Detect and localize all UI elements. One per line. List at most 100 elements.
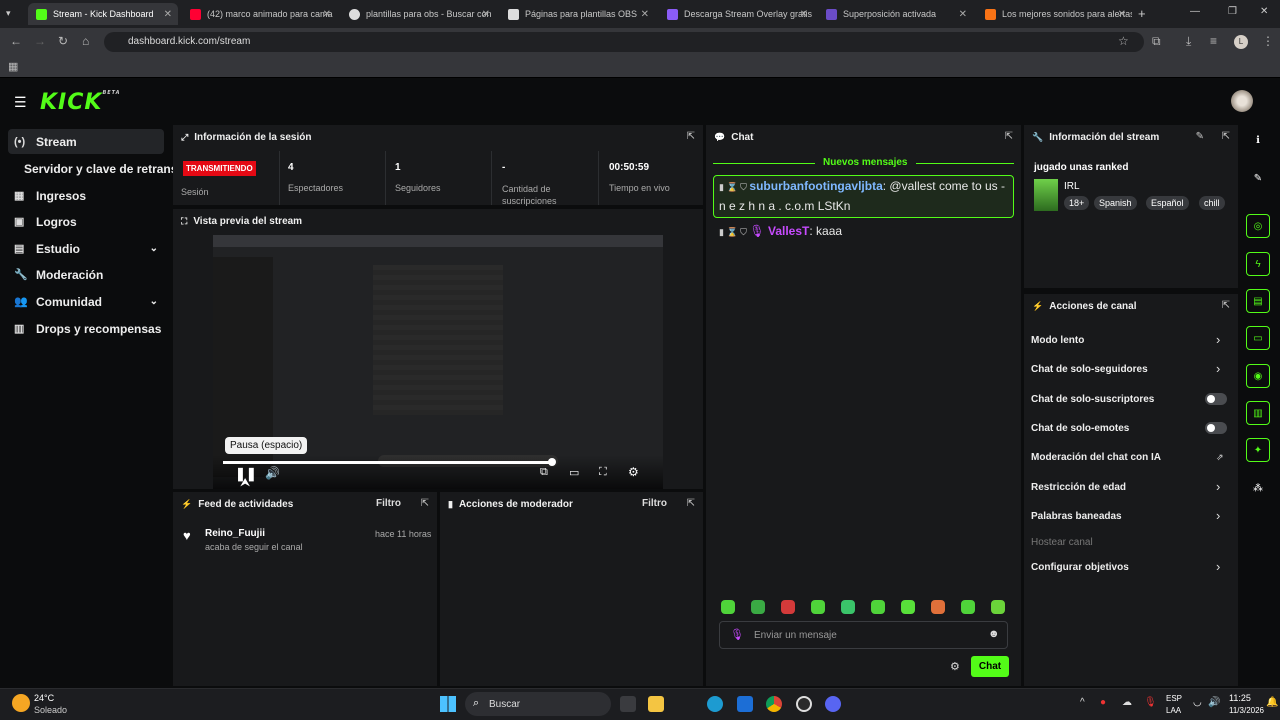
fullscreen-icon[interactable]: ⛶ — [599, 466, 607, 479]
popout-icon[interactable]: ⇱ — [1222, 300, 1230, 311]
kick-logo[interactable]: KICKBETA — [40, 90, 121, 115]
emote-icon[interactable] — [991, 600, 1005, 614]
tab-6[interactable]: Los mejores sonidos para alertas ✕ — [977, 3, 1132, 25]
emotes-only-toggle[interactable] — [1205, 422, 1227, 434]
popout-icon[interactable]: ⇱ — [687, 498, 695, 509]
action-followers-only[interactable]: Chat de solo-seguidores — [1031, 364, 1148, 375]
tab-5[interactable]: Superposición activada ✕ — [818, 3, 973, 25]
mail-icon[interactable] — [737, 696, 753, 712]
back-icon[interactable]: ← — [10, 34, 22, 48]
sidebar-item-comunidad[interactable]: 👥 Comunidad ⌄ — [8, 289, 164, 314]
subs-only-toggle[interactable] — [1205, 393, 1227, 405]
action-slow-mode[interactable]: Modo lento — [1031, 335, 1084, 346]
sidebar-item-moderacion[interactable]: 🔧 Moderación — [8, 262, 164, 287]
profile-avatar[interactable]: L — [1234, 35, 1248, 49]
chat-bubble-icon[interactable]: ▭ — [1246, 326, 1270, 350]
action-banned-words[interactable]: Palabras baneadas — [1031, 511, 1122, 522]
emote-icon[interactable] — [721, 600, 735, 614]
home-icon[interactable]: ⌂ — [82, 34, 89, 48]
chat-send-button[interactable]: Chat — [971, 656, 1009, 677]
bookmark-star-icon[interactable]: ☆ — [1118, 34, 1129, 48]
emoji-icon[interactable]: ☻ — [988, 628, 1000, 640]
volume-icon[interactable]: 🔊 — [265, 466, 280, 480]
popout-icon[interactable]: ⇱ — [687, 131, 695, 142]
close-icon[interactable]: ✕ — [1118, 9, 1126, 20]
notification-bell-icon[interactable]: 🔔 — [1266, 697, 1278, 708]
chat-settings-icon[interactable]: ⚙ — [950, 660, 960, 673]
download-icon[interactable]: ⤓ — [1186, 34, 1191, 49]
action-goals[interactable]: Configurar objetivos — [1031, 562, 1129, 573]
chat-input[interactable]: 🎙 Enviar un mensaje ☻ — [719, 621, 1008, 649]
chat-username[interactable]: suburbanfootingavljbta — [749, 179, 882, 193]
discord-icon[interactable] — [825, 696, 841, 712]
external-link-icon[interactable]: ⇗ — [1216, 452, 1224, 463]
layout-icon[interactable]: ▥ — [1246, 401, 1270, 425]
info-icon[interactable]: ℹ — [1246, 128, 1270, 152]
action-ai-moderation[interactable]: Moderación del chat con IA — [1031, 452, 1161, 463]
tab-0[interactable]: Stream - Kick Dashboard ✕ — [28, 3, 178, 25]
tab-1[interactable]: (42) marco animado para cama ✕ — [182, 3, 337, 25]
close-icon[interactable]: ✕ — [164, 9, 172, 20]
sidebar-item-drops[interactable]: ▥ Drops y recompensas — [8, 316, 164, 341]
close-window-icon[interactable]: ✕ — [1260, 6, 1268, 17]
new-tab-icon[interactable]: + — [1138, 6, 1146, 21]
emote-icon[interactable] — [751, 600, 765, 614]
clock-date[interactable]: 11/3/2026 — [1229, 706, 1264, 715]
popout-icon[interactable]: ⇱ — [1222, 131, 1230, 142]
emote-icon[interactable] — [901, 600, 915, 614]
wrench-icon[interactable]: ✦ — [1246, 438, 1270, 462]
tab-3[interactable]: Páginas para plantillas OBS ✕ — [500, 3, 655, 25]
emote-icon[interactable] — [961, 600, 975, 614]
apps-grid-icon[interactable]: ▦ — [8, 60, 18, 73]
clip-icon[interactable]: ◎ — [1246, 214, 1270, 238]
chat-username[interactable]: VallesT — [768, 224, 809, 238]
sidebar-item-estudio[interactable]: ▤ Estudio ⌄ — [8, 236, 164, 261]
filter-button[interactable]: Filtro — [376, 498, 401, 509]
close-icon[interactable]: ✕ — [323, 9, 331, 20]
sidebar-item-stream[interactable]: (•) Stream — [8, 129, 164, 154]
emote-icon[interactable] — [811, 600, 825, 614]
maximize-icon[interactable]: ❐ — [1228, 6, 1237, 17]
file-explorer-icon[interactable] — [648, 696, 664, 712]
settings-icon[interactable]: ⚙ — [628, 465, 639, 479]
speaker-icon[interactable]: 🔊 — [1208, 697, 1220, 708]
tray-mic-icon[interactable]: 🎙 — [1144, 697, 1157, 708]
chevron-right-icon[interactable]: › — [1216, 479, 1220, 494]
close-icon[interactable]: ✕ — [482, 9, 490, 20]
extensions-icon[interactable]: ⧉ — [1152, 34, 1161, 49]
chevron-right-icon[interactable]: › — [1216, 332, 1220, 347]
url-field[interactable]: dashboard.kick.com/stream — [104, 32, 1144, 52]
theater-icon[interactable]: ▭ — [569, 466, 579, 479]
obs-icon[interactable] — [796, 696, 812, 712]
emote-icon[interactable] — [841, 600, 855, 614]
hamburger-menu-icon[interactable]: ☰ — [14, 94, 27, 111]
edit-icon[interactable]: ✎ — [1246, 166, 1270, 190]
clock-time[interactable]: 11:25 — [1229, 693, 1251, 703]
filter-button[interactable]: Filtro — [642, 498, 667, 509]
windows-start-icon[interactable] — [440, 696, 456, 712]
lang-code[interactable]: ESP — [1166, 694, 1182, 703]
popout-icon[interactable]: ⇱ — [1005, 131, 1013, 142]
emote-icon[interactable] — [871, 600, 885, 614]
chevron-right-icon[interactable]: › — [1216, 508, 1220, 523]
tray-chevron-icon[interactable]: ^ — [1080, 697, 1085, 708]
pip-icon[interactable]: ⧉ — [540, 466, 548, 479]
bolt-icon[interactable]: ϟ — [1246, 252, 1270, 276]
broadcast-icon[interactable]: ◉ — [1246, 364, 1270, 388]
popout-icon[interactable]: ⇱ — [421, 498, 429, 509]
close-icon[interactable]: ✕ — [800, 9, 808, 20]
task-view-icon[interactable] — [620, 696, 636, 712]
user-avatar[interactable] — [1231, 90, 1253, 112]
tab-2[interactable]: plantillas para obs - Buscar con ✕ — [341, 3, 496, 25]
close-icon[interactable]: ✕ — [641, 9, 649, 20]
tray-sync-icon[interactable]: ☁ — [1122, 697, 1132, 708]
chevron-right-icon[interactable]: › — [1216, 361, 1220, 376]
emote-icon[interactable] — [781, 600, 795, 614]
community-icon[interactable]: ⁂ — [1246, 476, 1270, 500]
action-host-channel[interactable]: Hostear canal — [1031, 537, 1093, 548]
tab-4[interactable]: Descarga Stream Overlay gratis ✕ — [659, 3, 814, 25]
menu-icon[interactable]: ⋮ — [1262, 34, 1274, 48]
action-age-restriction[interactable]: Restricción de edad — [1031, 482, 1126, 493]
emote-icon[interactable] — [931, 600, 945, 614]
chrome-icon[interactable] — [766, 696, 782, 712]
